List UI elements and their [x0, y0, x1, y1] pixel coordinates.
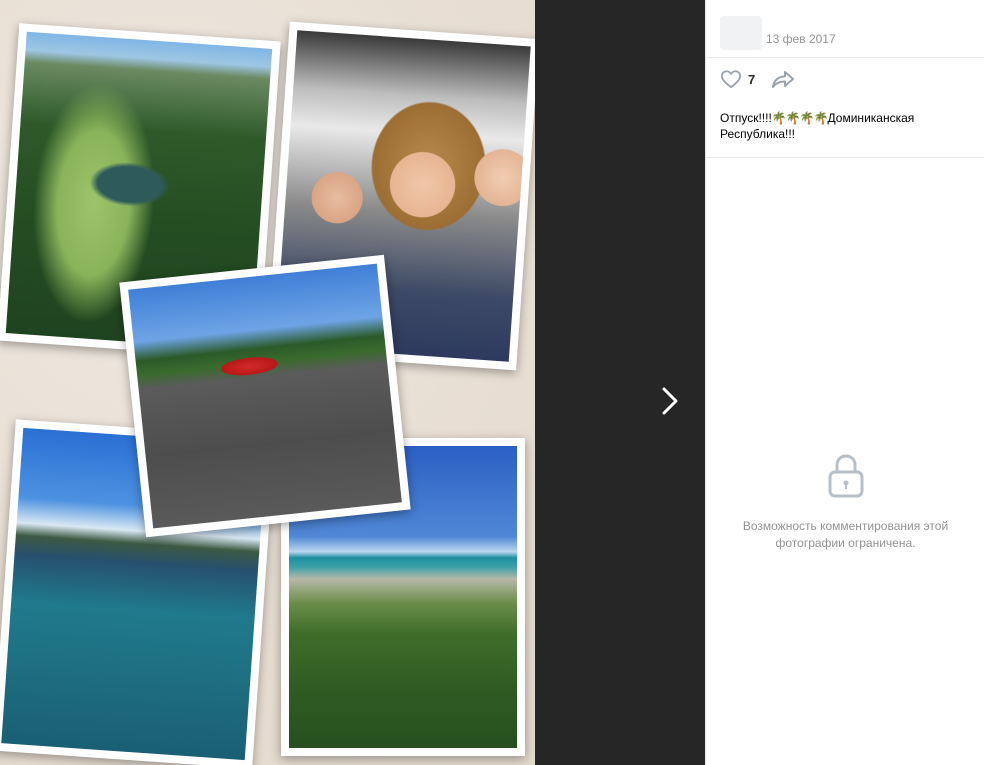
caption-text-prefix: Отпуск!!!!: [720, 111, 772, 125]
lock-icon: [828, 454, 863, 498]
like-count: 7: [748, 71, 756, 87]
post-header: 13 фев 2017: [706, 0, 984, 58]
comments-restricted-notice: Возможность комментирования этой фотогра…: [706, 452, 984, 552]
next-photo-button[interactable]: [655, 383, 685, 419]
chevron-right-icon: [662, 387, 678, 415]
share-icon[interactable]: [771, 69, 795, 89]
comments-restricted-text: Возможность комментирования этой фотогра…: [742, 519, 949, 550]
post-info-panel: 13 фев 2017 7 Отпуск!!!!🌴🌴🌴🌴Доминиканска…: [705, 0, 984, 765]
post-actions: 7: [706, 58, 984, 100]
author-placeholder: [720, 16, 762, 50]
post-caption: Отпуск!!!!🌴🌴🌴🌴Доминиканская Республика!!…: [706, 100, 984, 158]
photo-red-helicopter-helipad: [119, 254, 411, 538]
palm-tree-emoji: 🌴🌴🌴🌴: [771, 111, 829, 125]
photo-collage: [0, 0, 535, 765]
post-date: 13 фев 2017: [766, 32, 836, 46]
heart-icon[interactable]: [720, 69, 742, 89]
